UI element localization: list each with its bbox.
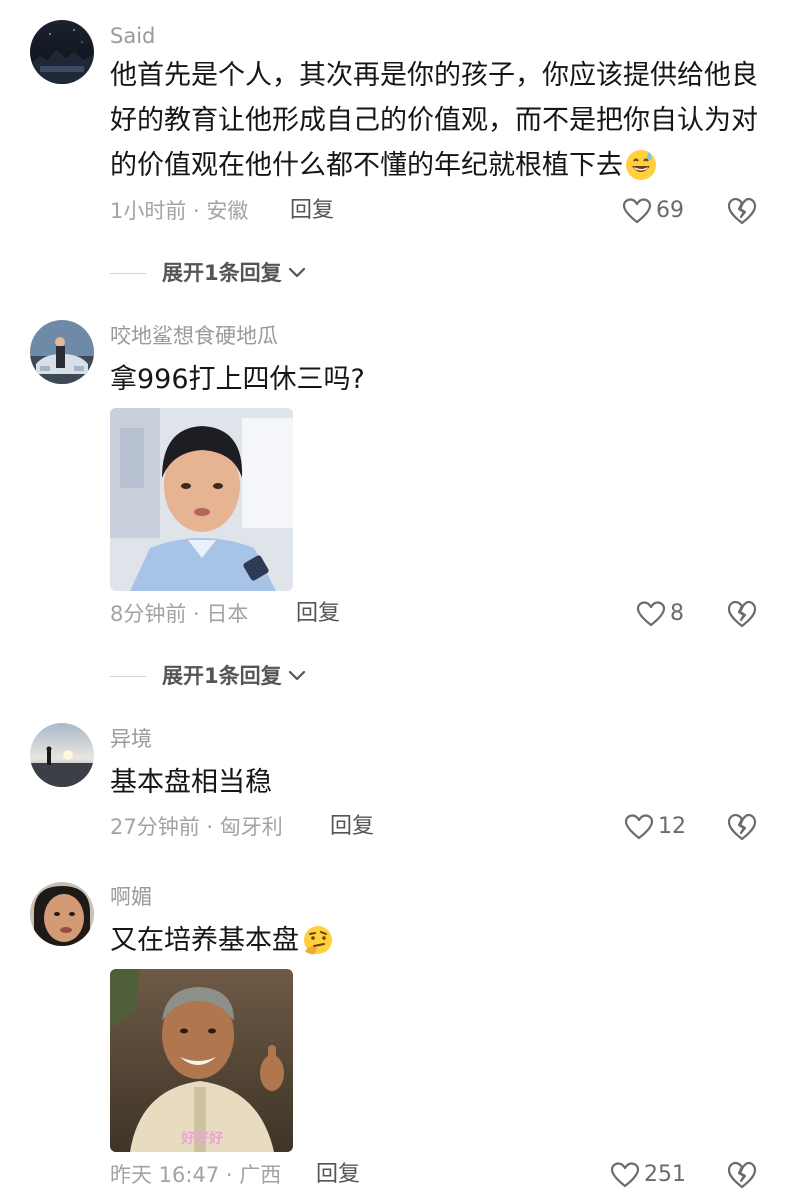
dislike-button[interactable] [726, 196, 758, 226]
comment-text: 拿996打上四休三吗? [110, 364, 365, 395]
comment-meta: 8分钟前 · 日本 [110, 602, 249, 626]
user-avatar[interactable] [30, 320, 94, 384]
thinking-face-emoji [301, 924, 335, 970]
comment-text-content: 又在培养基本盘 [110, 925, 299, 956]
user-avatar[interactable] [30, 20, 94, 84]
comment-text: 基本盘相当稳 [110, 767, 272, 798]
comment-meta: 27分钟前 · 匈牙利 [110, 815, 283, 839]
expand-replies-label: 展开1条回复 [162, 664, 282, 688]
sweat-smile-emoji [625, 149, 657, 195]
expand-replies-label: 展开1条回复 [162, 261, 282, 285]
comment-image[interactable]: 好好好 [110, 969, 293, 1152]
comment-image[interactable] [110, 408, 293, 591]
like-count: 69 [656, 198, 684, 223]
username[interactable]: 咬地鲨想食硬地瓜 [110, 322, 278, 350]
divider-line [110, 272, 146, 274]
dislike-button[interactable] [726, 1160, 758, 1190]
broken-heart-icon [726, 1161, 758, 1194]
broken-heart-icon [726, 600, 758, 633]
like-button[interactable]: 69 [622, 196, 684, 226]
reply-button[interactable]: 回复 [296, 600, 340, 628]
chevron-down-icon [288, 667, 306, 686]
expand-replies-button[interactable]: 展开1条回复 [110, 258, 306, 288]
heart-outline-icon [622, 197, 652, 225]
dislike-button[interactable] [726, 812, 758, 842]
reply-button[interactable]: 回复 [316, 1161, 360, 1189]
reply-button[interactable]: 回复 [330, 813, 374, 841]
expand-replies-button[interactable]: 展开1条回复 [110, 661, 306, 691]
comment-text: 他首先是个人，其次再是你的孩子，你应该提供给他良好的教育让他形成自己的价值观，而… [110, 53, 760, 195]
username[interactable]: 啊媚 [110, 883, 152, 911]
dislike-button[interactable] [726, 599, 758, 629]
comment-text-content: 他首先是个人，其次再是你的孩子，你应该提供给他良好的教育让他形成自己的价值观，而… [110, 60, 758, 181]
reply-button[interactable]: 回复 [290, 197, 334, 225]
user-avatar[interactable] [30, 723, 94, 787]
user-avatar[interactable] [30, 882, 94, 946]
comment-meta: 昨天 16:47 · 广西 [110, 1163, 282, 1187]
username[interactable]: 异境 [110, 725, 152, 753]
divider-line [110, 675, 146, 677]
heart-outline-icon [610, 1161, 640, 1189]
heart-outline-icon [624, 813, 654, 841]
broken-heart-icon [726, 813, 758, 846]
like-count: 12 [658, 814, 686, 839]
heart-outline-icon [636, 600, 666, 628]
comment-meta: 1小时前 · 安徽 [110, 199, 249, 223]
username[interactable]: Said [110, 22, 155, 50]
like-count: 8 [670, 601, 684, 626]
comment-text: 又在培养基本盘 [110, 918, 760, 970]
chevron-down-icon [288, 264, 306, 283]
like-button[interactable]: 12 [624, 812, 686, 842]
like-button[interactable]: 251 [610, 1160, 686, 1190]
like-button[interactable]: 8 [636, 599, 684, 629]
like-count: 251 [644, 1162, 686, 1187]
sticker-caption: 好好好 [180, 1130, 223, 1147]
broken-heart-icon [726, 197, 758, 230]
